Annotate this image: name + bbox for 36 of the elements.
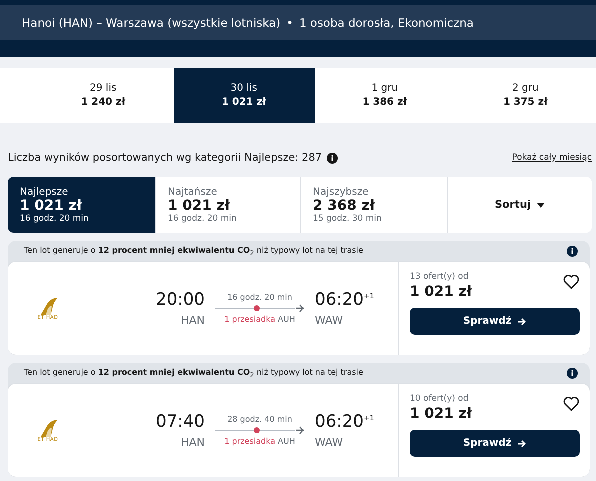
departure-time: 20:00 — [156, 290, 205, 310]
separator-dot: • — [286, 16, 294, 30]
passengers-text: 1 osoba dorosła, Ekonomiczna — [299, 16, 474, 30]
results-count-text: Liczba wyników posortowanych wg kategorii Najlepsze: 287 — [8, 152, 322, 164]
offers-count: 13 ofert(y) od — [410, 272, 470, 282]
emissions-note: Ten lot generuje o 12 procent mniej ekwiwalentu CO$_{2}$ niż typowy lot na tej trasie — [24, 368, 364, 380]
stopover-info: 1 przesiadka AUH — [224, 315, 296, 324]
departure-airport: HAN — [180, 436, 205, 449]
arrow-right-icon — [516, 316, 527, 326]
flight-duration: 28 godz. 40 min — [228, 415, 292, 424]
info-icon[interactable] — [327, 152, 338, 164]
arrival-airport: WAW — [315, 314, 344, 327]
route-line-icon — [215, 304, 305, 313]
show-month-link[interactable]: Pokaż cały miesiąc — [512, 153, 592, 163]
flight-price: 1 021 zł — [410, 406, 472, 422]
info-icon[interactable] — [567, 368, 578, 379]
flight-price: 1 021 zł — [410, 284, 472, 300]
caret-icon — [537, 202, 546, 208]
check-button[interactable]: Sprawdź — [410, 430, 580, 457]
flight-duration: 16 godz. 20 min — [228, 293, 292, 302]
info-icon[interactable] — [567, 246, 578, 257]
date-tab[interactable]: 30 lis 1 021 zł — [174, 68, 314, 123]
arrow-right-icon — [516, 438, 527, 448]
check-button[interactable]: Sprawdź — [410, 308, 580, 335]
emissions-note: Ten lot generuje o 12 procent mniej ekwiwalentu CO$_{2}$ niż typowy lot na tej trasie — [24, 246, 364, 258]
departure-time: 07:40 — [156, 412, 205, 432]
stopover-info: 1 przesiadka AUH — [224, 437, 296, 446]
route-line-icon — [215, 426, 305, 435]
arrival-time: 06:20$^{+1}$ — [315, 412, 374, 432]
arrival-airport: WAW — [315, 436, 344, 449]
arrival-time: 06:20$^{+1}$ — [315, 290, 374, 310]
sort-dropdown[interactable]: Sortuj — [447, 177, 592, 233]
sort-tab[interactable]: Najlepsze 1 021 zł 16 godz. 20 min — [8, 177, 155, 233]
route-text: Hanoi (HAN) – Warszawa (wszystkie lotniska) — [22, 16, 281, 30]
departure-airport: HAN — [180, 314, 205, 327]
offers-count: 10 ofert(y) od — [410, 394, 470, 404]
